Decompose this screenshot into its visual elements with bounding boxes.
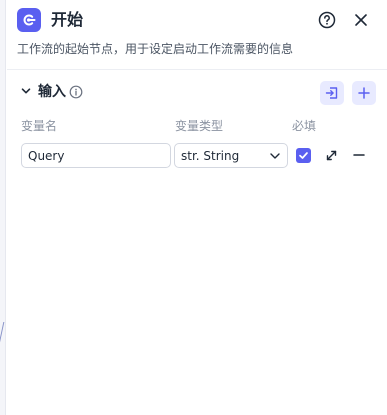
- panel-header: 开始 工作流的起始节点，用于设定启动工作流需要的信息: [7, 0, 387, 68]
- import-button[interactable]: [320, 81, 344, 105]
- chevron-down-icon[interactable]: [19, 84, 33, 98]
- app-window: 开始 工作流的起始节点，用于设定启动工作流需要的信息 输入 变量名 变量类型 必…: [0, 0, 387, 415]
- panel-title: 开始: [51, 10, 84, 29]
- column-header-name: 变量名: [21, 119, 58, 133]
- help-circle-icon[interactable]: [317, 10, 337, 30]
- column-header-type: 变量类型: [175, 119, 224, 133]
- minus-icon[interactable]: [351, 147, 367, 163]
- variable-name-input[interactable]: [21, 143, 171, 168]
- info-icon[interactable]: [69, 84, 83, 99]
- input-section-title: 输入: [38, 84, 66, 100]
- check-icon: [299, 152, 308, 159]
- import-icon: [325, 87, 338, 99]
- start-node-panel: 开始 工作流的起始节点，用于设定启动工作流需要的信息 输入 变量名 变量类型 必…: [7, 0, 387, 415]
- chevron-down-icon: [269, 150, 281, 162]
- canvas-edge: [0, 0, 8, 415]
- expand-icon[interactable]: [323, 147, 339, 163]
- panel-description: 工作流的起始节点，用于设定启动工作流需要的信息: [17, 42, 294, 56]
- column-header-required: 必填: [292, 119, 317, 133]
- add-variable-button[interactable]: [352, 81, 376, 105]
- required-checkbox[interactable]: [296, 148, 311, 163]
- plus-icon: [358, 87, 370, 99]
- close-icon[interactable]: [351, 10, 371, 30]
- variable-type-select[interactable]: str. String: [174, 143, 288, 168]
- start-node-icon: [17, 8, 41, 32]
- variable-type-value: str. String: [181, 148, 240, 163]
- header-divider: [7, 69, 387, 70]
